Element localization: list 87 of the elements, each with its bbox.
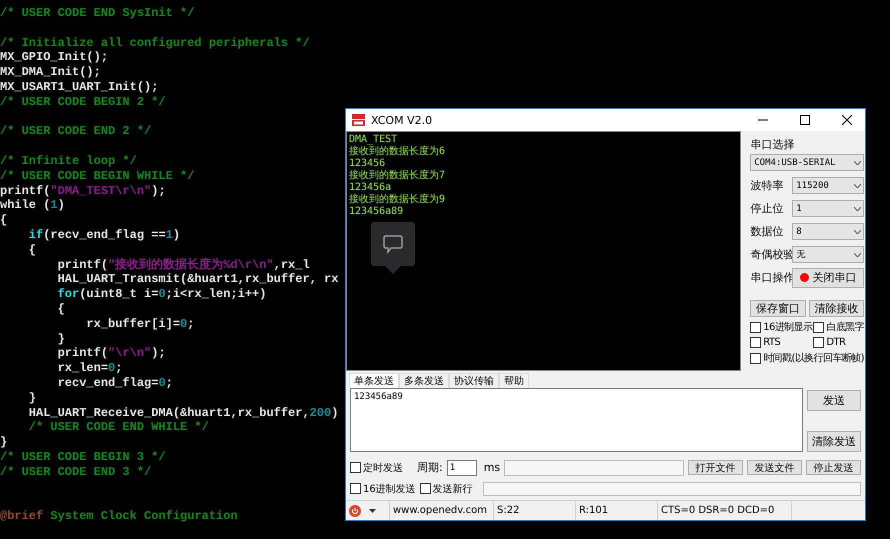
caret-icon <box>854 184 861 188</box>
tab[interactable]: 帮助 <box>499 373 529 388</box>
dropdown[interactable]: 115200 <box>792 177 864 194</box>
tab[interactable]: 单条发送 <box>349 373 399 388</box>
code-line: /* USER CODE END SysInit */ <box>0 6 194 21</box>
checkbox[interactable]: 16进制显示 <box>750 320 812 334</box>
checkbox[interactable]: 发送新行 <box>420 482 473 496</box>
code-line: for(uint8_t i=0;i<rx_len;i++) <box>56 287 266 302</box>
received-line: DMA_TEST <box>349 134 398 146</box>
code-line: { <box>28 242 36 258</box>
code-line: HAL_UART_Transmit(&huart1,rx_buffer, rx <box>56 272 338 288</box>
checkbox[interactable]: 16进制发送 <box>350 482 416 496</box>
sent-count: S:22 <box>494 501 576 520</box>
received-line: 123456a <box>349 182 392 194</box>
code-line: @brief System Clock Configuration <box>0 509 238 524</box>
checkbox[interactable]: 时间戳(以换行回车断帧) <box>750 351 864 365</box>
send-button[interactable]: 清除发送 <box>807 431 861 452</box>
code-line: } <box>56 332 65 346</box>
received-line: 接收到的数据长度为7 <box>349 170 446 182</box>
file-button[interactable]: 停止发送 <box>806 460 862 475</box>
received-count: R:101 <box>576 501 658 520</box>
close-icon[interactable] <box>842 115 852 125</box>
received-line: 接收到的数据长度为9 <box>349 194 446 206</box>
maximize-icon[interactable] <box>800 115 810 125</box>
close-port-button[interactable]: 关闭串口 <box>792 268 864 288</box>
code-line: rx_buffer[i]=0; <box>85 316 194 332</box>
checkbox[interactable]: RTS <box>750 337 812 348</box>
line-status: CTS=0 DSR=0 DCD=0 <box>658 501 792 520</box>
caret-icon <box>854 160 861 164</box>
period-input-field[interactable]: 1 <box>446 460 477 476</box>
receive-button[interactable]: 清除接收 <box>808 300 864 317</box>
received-line: 接收到的数据长度为6 <box>349 146 446 158</box>
unit-label: ms <box>484 461 500 474</box>
file-button[interactable]: 打开文件 <box>688 460 744 475</box>
period-label: 周期: <box>417 460 443 475</box>
app-logo-icon <box>352 114 365 126</box>
code-line: rx_len=0; <box>56 361 122 376</box>
dropdown[interactable]: 8 <box>792 223 864 240</box>
code-line: if(recv_end_flag ==1) <box>28 228 180 243</box>
dropdown[interactable]: 1 <box>792 200 864 217</box>
code-line: /* USER CODE BEGIN WHILE */ <box>0 168 194 184</box>
checkbox[interactable]: 定时发送 <box>350 460 403 474</box>
power-icon[interactable] <box>349 504 361 516</box>
code-line: printf("\r\n"); <box>56 346 166 362</box>
code-line: MX_USART1_UART_Init(); <box>0 80 158 95</box>
send-input-field[interactable]: 123456a89 <box>350 388 803 452</box>
received-line: 123456a89 <box>349 206 404 218</box>
code-line: /* USER CODE BEGIN 2 */ <box>0 94 166 110</box>
file-button[interactable]: 发送文件 <box>747 460 802 475</box>
code-line: } <box>28 390 36 406</box>
port-label: 串口选择 <box>750 136 796 152</box>
caret-icon[interactable] <box>369 508 376 512</box>
caret-icon <box>854 252 861 256</box>
code-line: recv_end_flag=0; <box>56 376 173 391</box>
window-title: XCOM V2.0 <box>371 114 434 126</box>
tab[interactable]: 协议传输 <box>449 373 499 388</box>
file-path-field[interactable] <box>504 460 684 476</box>
caret-icon <box>854 230 861 234</box>
setting-label: 波特率 <box>750 178 784 194</box>
code-line: { <box>0 213 8 228</box>
received-line: 123456 <box>349 158 386 170</box>
code-line: /* USER CODE END WHILE */ <box>28 420 209 436</box>
caret-icon <box>854 206 861 210</box>
setting-label: 数据位 <box>750 224 784 240</box>
chat-tooltip-drawing <box>371 222 415 274</box>
code-line: /* USER CODE END 3 */ <box>0 464 152 480</box>
code-line: } <box>0 435 8 450</box>
dropdown[interactable]: COM4:USB-SERIAL <box>750 154 864 171</box>
code-line: /* Infinite loop */ <box>0 154 137 169</box>
checkbox[interactable]: 白底黑字 <box>813 320 864 334</box>
tab[interactable]: 多条发送 <box>399 373 449 388</box>
code-line: { <box>56 302 65 317</box>
code-line: printf("DMA_TEST\r\n"); <box>0 184 166 198</box>
send-button[interactable]: 发送 <box>807 390 861 411</box>
setting-label: 停止位 <box>750 201 784 217</box>
dropdown[interactable]: 无 <box>792 246 864 263</box>
code-line: printf("接收到的数据长度为%d\r\n",rx_l <box>56 258 310 272</box>
code-line: /* USER CODE BEGIN 3 */ <box>0 450 166 465</box>
checkbox[interactable]: DTR <box>813 337 864 348</box>
receive-button[interactable]: 保存窗口 <box>750 300 806 317</box>
code-line: /* Initialize all configured peripherals */ <box>0 36 310 50</box>
code-line: MX_GPIO_Init(); <box>0 50 108 66</box>
code-line: /* USER CODE END 2 */ <box>0 124 152 140</box>
code-line: while (1) <box>0 198 65 214</box>
code-line: HAL_UART_Receive_DMA(&huart1,rx_buffer,200) <box>28 406 338 420</box>
code-line: MX_DMA_Init(); <box>0 65 101 80</box>
url-text: www.openedv.com <box>390 501 494 520</box>
